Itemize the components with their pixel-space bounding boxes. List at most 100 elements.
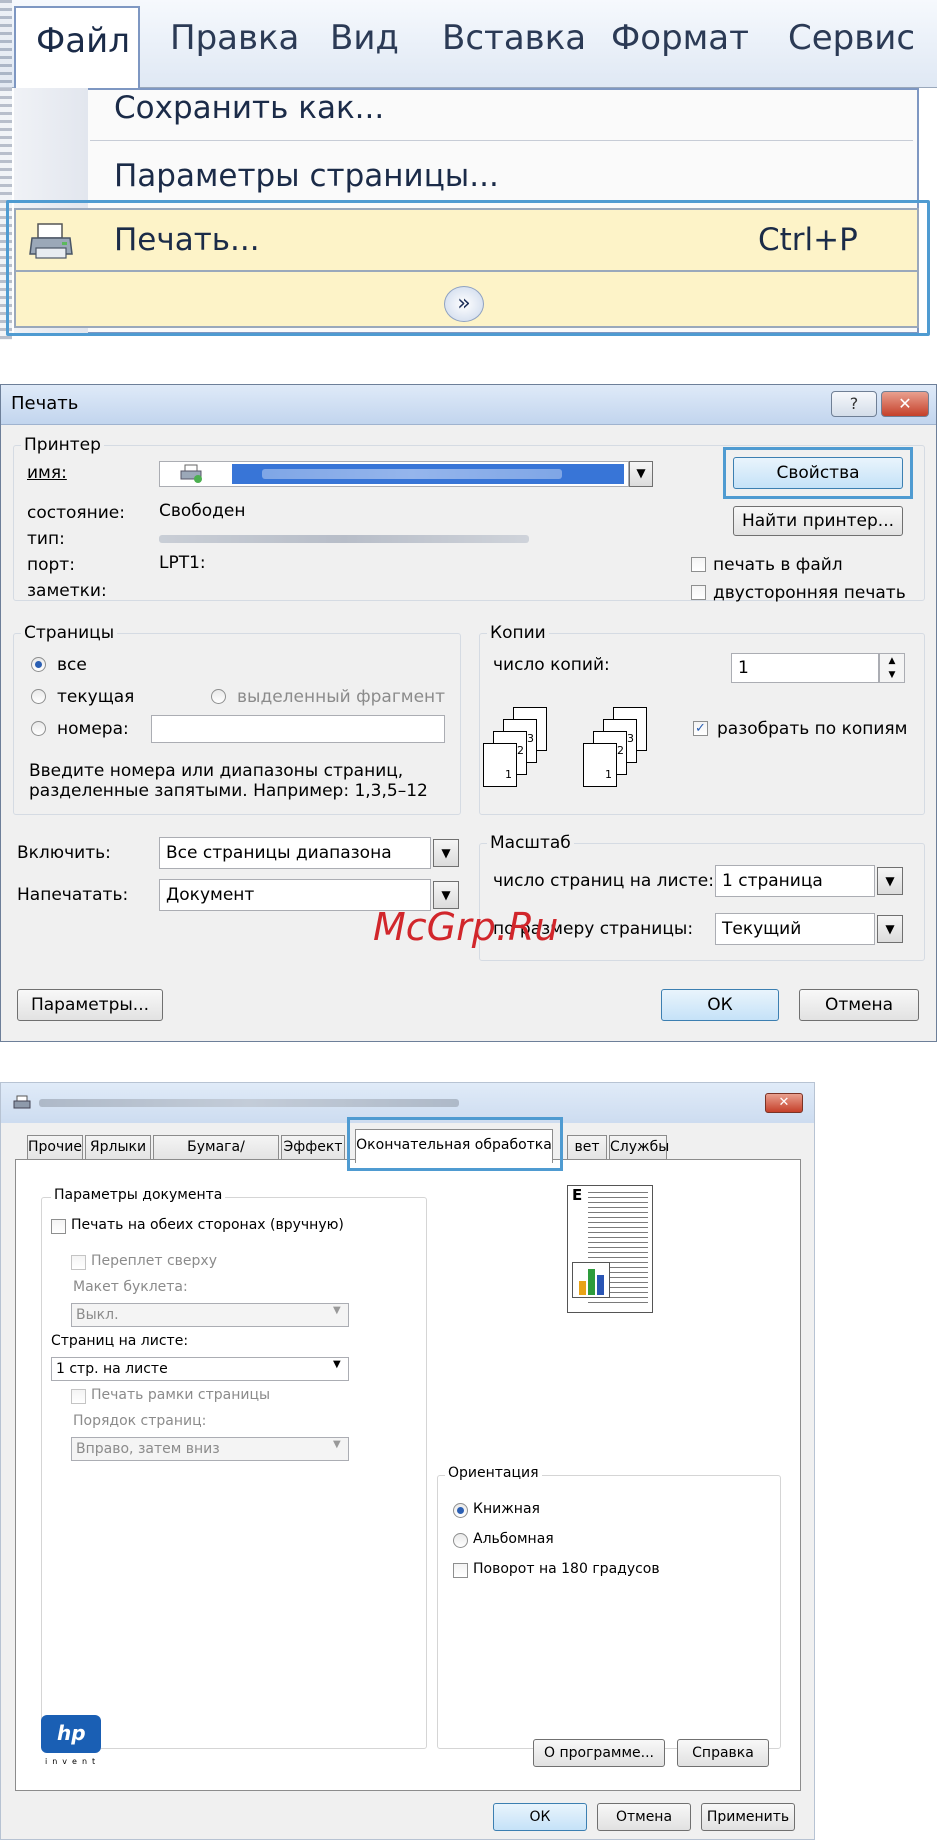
portrait-label: Книжная <box>473 1501 540 1517</box>
print-to-file-checkbox[interactable] <box>691 557 706 572</box>
document-options-label: Параметры документа <box>51 1187 226 1203</box>
printer-type-label: тип: <box>27 529 65 549</box>
ok-button[interactable]: ОК <box>493 1803 587 1831</box>
collate-page-icon: 1 <box>583 743 617 787</box>
chevron-down-icon[interactable]: ▼ <box>629 461 653 487</box>
pages-selection-label: выделенный фрагмент <box>237 687 446 707</box>
rotate-checkbox[interactable] <box>453 1563 468 1578</box>
pages-current-radio[interactable] <box>31 689 46 704</box>
print-what-label: Напечатать: <box>17 885 129 905</box>
preview-chart-bar <box>588 1269 595 1295</box>
pages-numbers-radio[interactable] <box>31 721 46 736</box>
tab-shortcuts[interactable]: Ярлыки <box>85 1135 151 1159</box>
print-dialog: Печать ? ✕ Принтер имя: ▼ Свойства Найти… <box>0 384 937 1042</box>
printer-notes-label: заметки: <box>27 581 107 601</box>
landscape-radio[interactable] <box>453 1533 468 1548</box>
page-number: 1 <box>505 768 512 781</box>
menu-view[interactable]: Вид <box>330 18 399 58</box>
booklet-select[interactable]: Выкл. <box>71 1303 349 1327</box>
properties-button[interactable]: Свойства <box>733 457 903 489</box>
chevron-down-icon: ▼ <box>333 1305 341 1316</box>
collate-page-icon: 1 <box>483 743 517 787</box>
print-borders-label: Печать рамки страницы <box>91 1387 271 1403</box>
printer-port-value: LPT1: <box>159 553 206 573</box>
pages-all-radio[interactable] <box>31 657 46 672</box>
duplex-checkbox[interactable] <box>691 585 706 600</box>
print-callout-box <box>6 200 930 336</box>
hp-tagline: invent <box>45 1757 101 1766</box>
menu-edit[interactable]: Правка <box>170 18 299 58</box>
menu-insert[interactable]: Вставка <box>442 18 586 58</box>
menu-tools[interactable]: Сервис <box>788 18 915 58</box>
close-button[interactable]: ✕ <box>881 391 929 417</box>
about-button[interactable]: О программе... <box>533 1739 665 1767</box>
page-number: 2 <box>517 744 524 757</box>
hp-logo-text: hp <box>57 1721 86 1745</box>
chevron-down-icon: ▼ <box>333 1439 341 1450</box>
pages-selection-radio[interactable] <box>211 689 226 704</box>
portrait-radio[interactable] <box>453 1503 468 1518</box>
chevron-down-icon[interactable]: ▼ <box>877 867 903 895</box>
pages-per-sheet-label: число страниц на листе: <box>493 871 714 891</box>
blurred-printer-name <box>262 469 562 479</box>
chevron-down-icon: ▼ <box>333 1359 341 1370</box>
watermark: McGrp.Ru <box>373 905 559 949</box>
printer-properties-dialog: ✕ Прочие Ярлыки Бумага/качество Эффект в… <box>0 1082 815 1840</box>
pages-all-label: все <box>57 655 87 675</box>
tab-services[interactable]: Службы <box>609 1135 669 1159</box>
pages-per-sheet-select[interactable]: 1 страница <box>715 865 875 897</box>
apply-button[interactable]: Применить <box>701 1803 795 1831</box>
duplex-manual-checkbox[interactable] <box>51 1219 66 1234</box>
pages-numbers-input[interactable] <box>151 715 445 743</box>
include-select[interactable]: Все страницы диапазона <box>159 837 431 869</box>
copies-count-label: число копий: <box>493 655 610 675</box>
preview-letter: E <box>572 1186 583 1204</box>
document-preview: E <box>567 1185 653 1313</box>
dialog-titlebar <box>1 385 936 425</box>
hp-logo: hp <box>41 1715 101 1753</box>
page-number: 3 <box>527 732 534 745</box>
flip-up-checkbox[interactable] <box>71 1255 86 1270</box>
tab-other[interactable]: Прочие <box>27 1135 83 1159</box>
page-order-label: Порядок страниц: <box>73 1413 207 1429</box>
duplex-label: двусторонняя печать <box>713 583 906 603</box>
pages-hint-line1: Введите номера или диапазоны страниц, <box>29 761 404 781</box>
close-button[interactable]: ✕ <box>765 1093 803 1113</box>
copies-count-input[interactable]: 1 <box>731 653 879 683</box>
menu-item-save-as[interactable]: Сохранить как... <box>114 90 384 126</box>
cancel-button[interactable]: Отмена <box>597 1803 691 1831</box>
tab-color[interactable]: вет <box>567 1135 607 1159</box>
pages-current-label: текущая <box>57 687 135 707</box>
menu-file[interactable]: Файл <box>14 6 140 90</box>
find-printer-button[interactable]: Найти принтер... <box>733 506 903 536</box>
menu-separator <box>90 140 913 141</box>
pages-per-sheet-select[interactable]: 1 стр. на листе <box>51 1357 349 1381</box>
page-number: 1 <box>605 768 612 781</box>
printer-port-label: порт: <box>27 555 75 575</box>
ok-button[interactable]: ОК <box>661 989 779 1021</box>
cancel-button[interactable]: Отмена <box>799 989 919 1021</box>
printer-icon <box>13 1095 31 1111</box>
printer-name-select[interactable] <box>159 461 629 487</box>
options-button[interactable]: Параметры... <box>17 989 163 1021</box>
print-borders-checkbox[interactable] <box>71 1389 86 1404</box>
duplex-manual-label: Печать на обеих сторонах (вручную) <box>71 1217 344 1233</box>
menu-format[interactable]: Формат <box>611 18 749 58</box>
tab-effects[interactable]: Эффект <box>281 1135 345 1159</box>
flip-up-label: Переплет сверху <box>91 1253 217 1269</box>
preview-chart <box>572 1262 610 1298</box>
pages-hint-line2: разделенные запятыми. Например: 1,3,5–12 <box>29 781 428 801</box>
finishing-tab-callout-box <box>347 1117 563 1171</box>
menu-item-page-setup[interactable]: Параметры страницы... <box>114 158 499 194</box>
chevron-down-icon[interactable]: ▼ <box>877 915 903 943</box>
page-order-select[interactable]: Вправо, затем вниз <box>71 1437 349 1461</box>
printer-name-selected <box>232 464 624 484</box>
copies-spinner[interactable]: ▲ ▼ <box>879 653 905 683</box>
help-button[interactable]: Справка <box>677 1739 769 1767</box>
help-button[interactable]: ? <box>831 391 877 417</box>
chevron-down-icon[interactable]: ▼ <box>433 839 459 867</box>
printer-icon <box>180 464 204 484</box>
scale-select[interactable]: Текущий <box>715 913 875 945</box>
collate-checkbox[interactable]: ✓ <box>693 721 708 736</box>
tab-paper-quality[interactable]: Бумага/качество <box>153 1135 279 1177</box>
